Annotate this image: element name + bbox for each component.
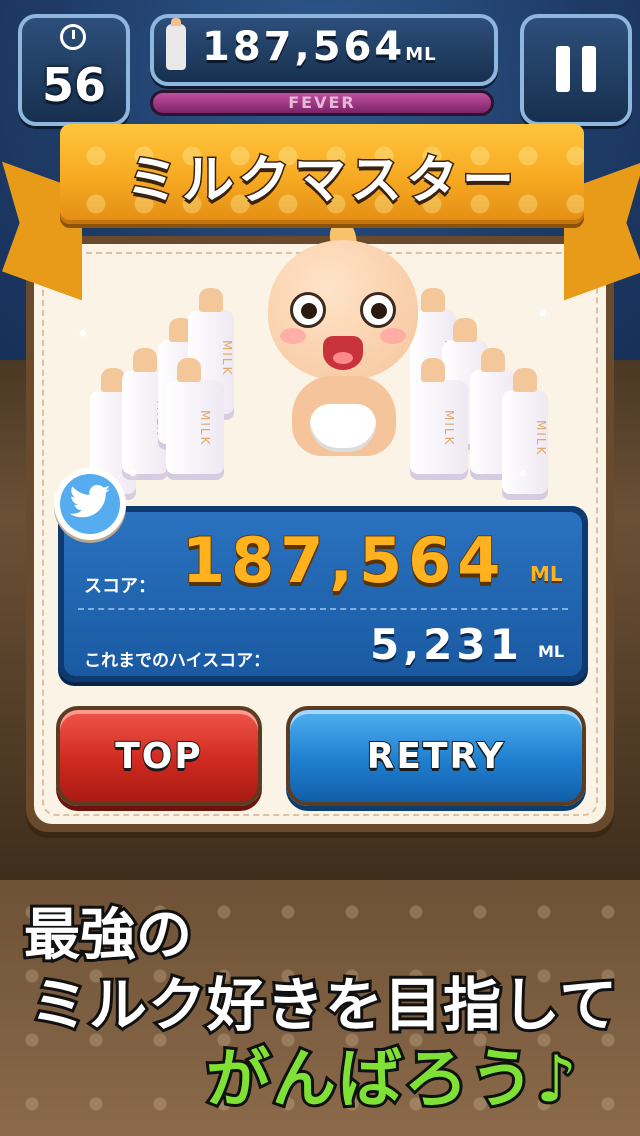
baby-mouth bbox=[323, 336, 363, 370]
score-board-inner: スコア： 187,564 ML これまでのハイスコア： 5,231 ML bbox=[64, 512, 582, 676]
baby-character bbox=[268, 218, 418, 470]
caption-line-3: がんばろう♪ bbox=[203, 1040, 580, 1120]
retry-button[interactable]: RETRY bbox=[286, 706, 586, 806]
fever-gauge: FEVER bbox=[150, 90, 494, 116]
high-score-value: 5,231 bbox=[370, 620, 523, 669]
clock-icon bbox=[60, 24, 86, 50]
milk-bottle-icon: MILK bbox=[410, 358, 468, 480]
score-board: スコア： 187,564 ML これまでのハイスコア： 5,231 ML bbox=[58, 506, 588, 682]
baby-cheek bbox=[280, 328, 306, 344]
sparkle bbox=[130, 470, 136, 476]
pause-icon bbox=[556, 46, 570, 92]
high-score-unit: ML bbox=[538, 642, 565, 661]
twitter-share-button[interactable] bbox=[54, 468, 126, 540]
baby-cheek bbox=[380, 328, 406, 344]
twitter-bird-icon bbox=[69, 484, 111, 518]
timer-panel: 56 bbox=[18, 14, 130, 126]
sparkle bbox=[520, 470, 526, 476]
timer-value: 56 bbox=[41, 58, 106, 112]
title-ribbon: ミルクマスター bbox=[60, 124, 584, 224]
milk-bottle-icon: MILK bbox=[502, 368, 548, 500]
top-button[interactable]: TOP bbox=[56, 706, 262, 806]
score-label: スコア： bbox=[84, 576, 156, 597]
baby-eye bbox=[360, 292, 396, 328]
baby-illustration: MILK MILK MILK MILK MILK MILK MILK MILK … bbox=[70, 218, 570, 500]
baby-eye bbox=[290, 292, 326, 328]
milk-bottle-icon: MILK bbox=[166, 358, 224, 480]
baby-diaper bbox=[310, 404, 376, 452]
board-divider bbox=[78, 608, 568, 610]
rank-title: ミルクマスター bbox=[124, 150, 518, 213]
hud-score-value: 187,564 bbox=[202, 24, 406, 70]
sparkle bbox=[80, 330, 86, 336]
score-value: 187,564 bbox=[181, 523, 507, 598]
high-score-label: これまでのハイスコア： bbox=[84, 651, 271, 671]
hud-score-unit: ML bbox=[405, 44, 437, 65]
hud-score: 187,564ML bbox=[202, 24, 437, 70]
pause-button[interactable] bbox=[520, 14, 632, 126]
score-panel: 187,564ML bbox=[150, 14, 498, 86]
milk-bottle-icon bbox=[166, 18, 186, 70]
pause-icon-bar bbox=[582, 46, 596, 92]
sparkle bbox=[540, 310, 546, 316]
score-unit: ML bbox=[530, 562, 563, 586]
